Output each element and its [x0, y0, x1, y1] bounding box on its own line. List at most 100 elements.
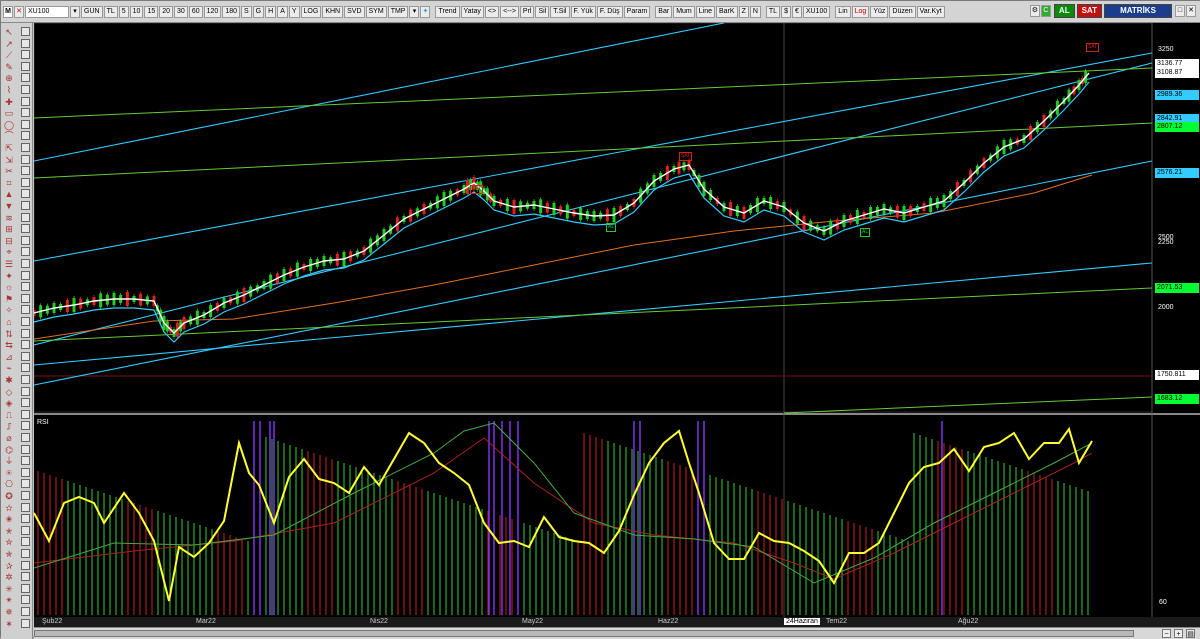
tool-glyph-icon[interactable]: ◇ — [4, 387, 14, 397]
twitter-icon[interactable]: ✦ — [420, 5, 431, 18]
mum-button[interactable]: Mum — [673, 5, 695, 18]
period-10-button[interactable]: 10 — [129, 5, 144, 18]
tool-glyph-icon[interactable]: ⊟ — [4, 236, 14, 246]
tool-glyph-icon[interactable]: ▲ — [4, 189, 14, 199]
tl-button[interactable]: TL — [765, 5, 781, 18]
drawing-tool-icon[interactable] — [21, 409, 30, 419]
fit-button[interactable]: ▤ — [1186, 629, 1195, 638]
period-180-button[interactable]: 180 — [222, 5, 240, 18]
svd-button[interactable]: SVD — [344, 5, 365, 18]
drawing-tool-icon[interactable] — [21, 317, 30, 326]
drawing-tool-icon[interactable] — [21, 444, 30, 454]
tool-glyph-icon[interactable]: ⍟ — [4, 468, 14, 478]
drawing-tool-icon[interactable] — [21, 618, 30, 628]
drawing-tool-icon[interactable] — [21, 479, 30, 489]
drawing-tool-icon[interactable] — [21, 398, 30, 408]
tool-glyph-icon[interactable]: ✬ — [4, 514, 14, 524]
period-120-button[interactable]: 120 — [203, 5, 222, 18]
chart-area[interactable]: 3250300027502500225020001750 3136.773108… — [34, 23, 1200, 639]
drawing-tool-icon[interactable] — [21, 224, 30, 234]
drawing-tool-icon[interactable] — [21, 73, 30, 83]
drawing-tool-icon[interactable] — [21, 50, 30, 60]
tool-glyph-icon[interactable]: ≋ — [4, 213, 14, 223]
zoom-out-button[interactable]: − — [1162, 629, 1171, 638]
tool-glyph-icon[interactable]: ⌒ — [4, 131, 14, 141]
drawing-tool-icon[interactable] — [21, 235, 30, 245]
tool-glyph-icon[interactable]: ✰ — [4, 561, 14, 571]
drawing-tool-icon[interactable] — [21, 595, 30, 605]
drawing-tool-icon[interactable] — [21, 386, 30, 396]
tool-glyph-icon[interactable]: ⟋ — [4, 50, 14, 60]
zoom-in-button[interactable]: + — [1174, 629, 1183, 638]
tool-glyph-icon[interactable]: ☰ — [4, 259, 14, 269]
tool-glyph-icon[interactable]: ✳ — [4, 584, 14, 594]
tool-glyph-icon[interactable]: ✲ — [4, 572, 14, 582]
drawing-tool-icon[interactable] — [21, 293, 30, 303]
drawing-tool-icon[interactable] — [21, 456, 30, 466]
tool-glyph-icon[interactable]: ↗ — [4, 39, 14, 49]
dropdown-arrow-icon[interactable]: ▾ — [70, 5, 80, 18]
tool-glyph-icon[interactable]: ⌂ — [4, 317, 14, 327]
drawing-tool-icon[interactable] — [21, 351, 30, 361]
eur-button[interactable]: € — [791, 5, 802, 18]
drawing-tool-icon[interactable] — [21, 270, 30, 280]
tool-glyph-icon[interactable]: ☼ — [4, 282, 14, 292]
sil-button[interactable]: Sil — [535, 5, 550, 18]
drawing-tool-icon[interactable] — [21, 96, 30, 106]
drawing-tool-icon[interactable] — [21, 61, 30, 71]
lin-button[interactable]: Lin — [835, 5, 851, 18]
tool-glyph-icon[interactable]: ✚ — [4, 97, 14, 107]
tool-glyph-icon[interactable]: ✪ — [4, 491, 14, 501]
trend-button[interactable]: Trend — [435, 5, 460, 18]
tool-glyph-icon[interactable]: ↖ — [4, 27, 14, 37]
tool-glyph-icon[interactable]: ▭ — [4, 108, 14, 118]
tool-glyph-icon[interactable]: ⎍ — [4, 410, 14, 420]
tool-glyph-icon[interactable]: ✯ — [4, 549, 14, 559]
tool-glyph-icon[interactable]: ✧ — [4, 305, 14, 315]
drawing-tool-icon[interactable] — [21, 131, 30, 141]
scroll-thumb[interactable] — [34, 630, 1134, 637]
usd-button[interactable]: $ — [781, 5, 791, 18]
tool-glyph-icon[interactable]: ⊞ — [4, 224, 14, 234]
period-gun-button[interactable]: GUN — [81, 5, 103, 18]
tool-glyph-icon[interactable]: ✭ — [4, 526, 14, 536]
tool-glyph-icon[interactable]: ⊿ — [4, 352, 14, 362]
period-60-button[interactable]: 60 — [188, 5, 203, 18]
drawing-tool-icon[interactable] — [21, 525, 30, 535]
period-y-button[interactable]: Y — [288, 5, 300, 18]
period-g-button[interactable]: G — [252, 5, 265, 18]
bark-button[interactable]: BarK — [716, 5, 738, 18]
drawing-tool-icon[interactable] — [21, 85, 30, 94]
drawing-tool-icon[interactable] — [21, 514, 30, 524]
tool-glyph-icon[interactable]: ⌀ — [4, 433, 14, 443]
fdus-button[interactable]: F. Düş — [596, 5, 623, 18]
drawing-tool-icon[interactable] — [21, 375, 30, 384]
drawing-tool-icon[interactable] — [21, 607, 30, 616]
drawing-tool-icon[interactable] — [21, 259, 30, 268]
tool-glyph-icon[interactable]: ✵ — [4, 607, 14, 617]
yuz-button[interactable]: Yüz — [870, 5, 889, 18]
period-s-button[interactable]: S — [241, 5, 252, 18]
tool-glyph-icon[interactable]: ⇲ — [4, 155, 14, 165]
drawing-tool-icon[interactable] — [21, 502, 30, 512]
tool-glyph-icon[interactable]: ⏚ — [4, 456, 14, 466]
matriks-m-icon[interactable]: M — [3, 5, 13, 18]
tool-glyph-icon[interactable]: ✴ — [4, 595, 14, 605]
horizontal-scrollbar[interactable]: − + ▤ — [34, 627, 1200, 639]
close-icon[interactable]: ✕ — [1186, 5, 1196, 17]
drawing-tool-icon[interactable] — [21, 108, 30, 118]
period-15-button[interactable]: 15 — [144, 5, 159, 18]
tool-glyph-icon[interactable]: ▼ — [4, 201, 14, 211]
n-button[interactable]: N — [749, 5, 761, 18]
compare-symbol-field[interactable]: XU100 — [802, 5, 831, 18]
period-h-button[interactable]: H — [265, 5, 277, 18]
drawing-tool-icon[interactable] — [21, 363, 30, 373]
tool-glyph-icon[interactable]: ⎔ — [4, 479, 14, 489]
tool-glyph-icon[interactable]: ⇱ — [4, 143, 14, 153]
sym-button[interactable]: SYM — [365, 5, 387, 18]
period-5-button[interactable]: 5 — [118, 5, 129, 18]
drawing-tool-icon[interactable] — [21, 166, 30, 176]
drawing-tool-icon[interactable] — [21, 282, 30, 292]
drawing-tool-icon[interactable] — [21, 467, 30, 477]
fyuk-button[interactable]: F. Yük — [570, 5, 596, 18]
